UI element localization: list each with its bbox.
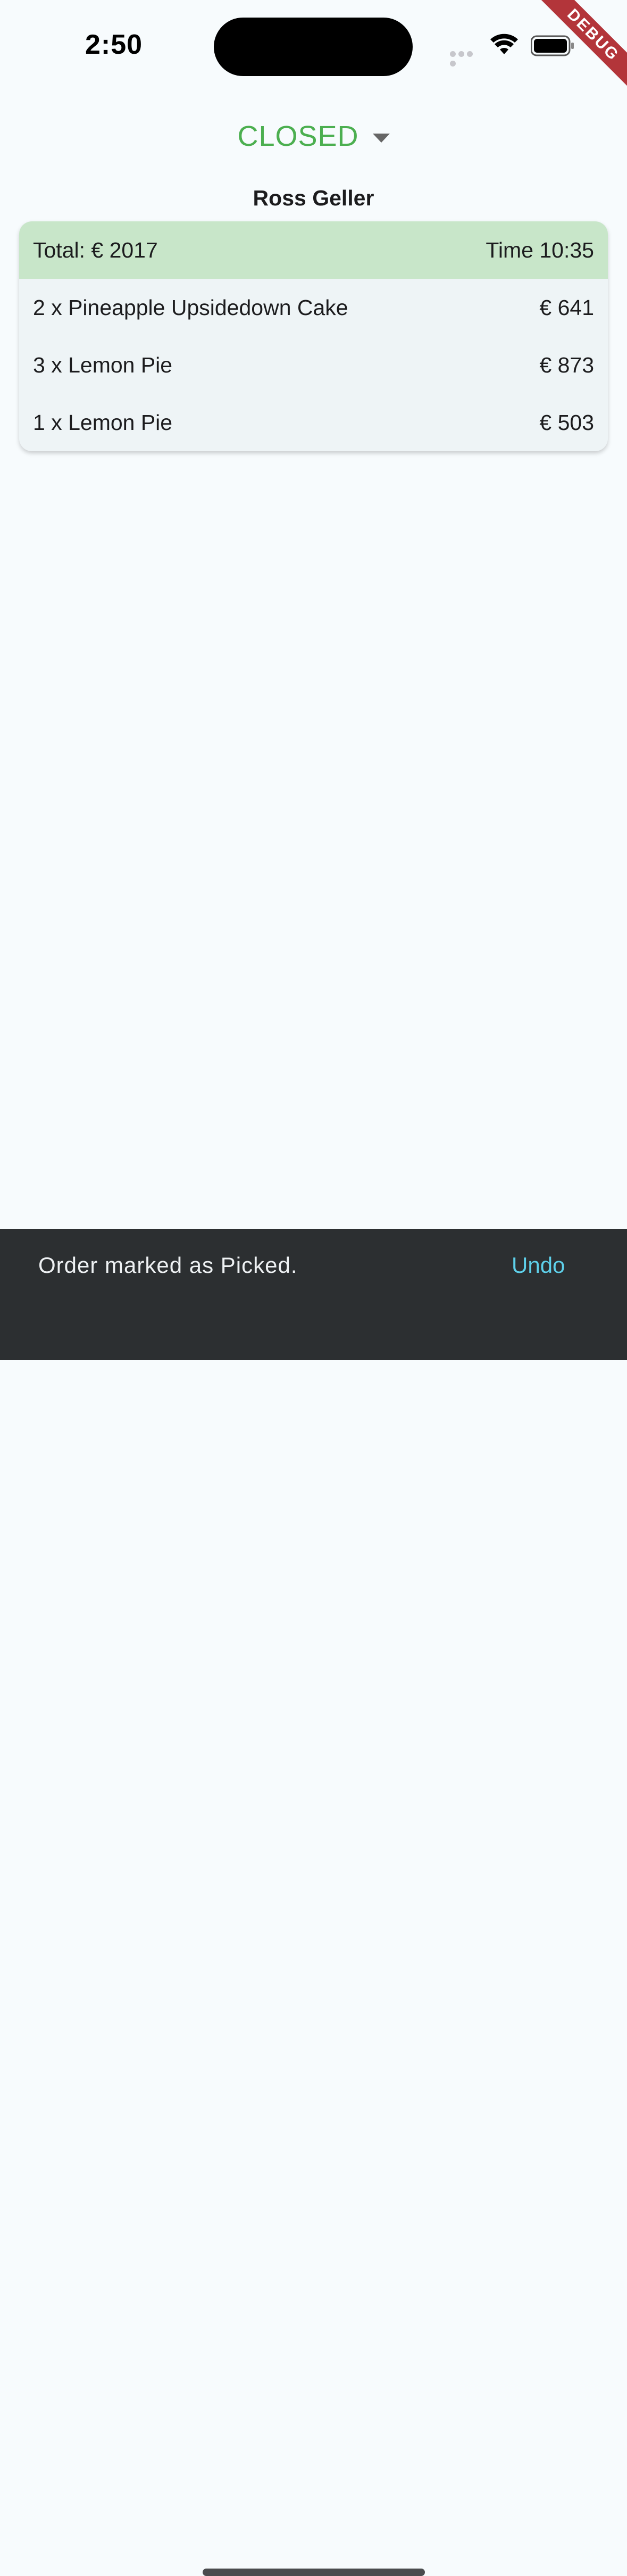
order-item-price: € 641 — [539, 295, 594, 320]
order-card-header: Total: € 2017 Time 10:35 — [19, 221, 608, 279]
order-item-description: 2 x Pineapple Upsidedown Cake — [33, 295, 348, 320]
snackbar: Order marked as Picked. Undo — [0, 1229, 627, 2576]
undo-button[interactable]: Undo — [512, 1253, 565, 1278]
debug-banner: DEBUG — [531, 0, 627, 96]
order-item-description: 3 x Lemon Pie — [33, 352, 173, 377]
order-status-value: CLOSED — [237, 120, 359, 152]
order-item: 3 x Lemon Pie € 873 — [19, 336, 608, 394]
order-item: 2 x Pineapple Upsidedown Cake € 641 — [19, 279, 608, 336]
order-item: 1 x Lemon Pie € 503 — [19, 394, 608, 451]
order-item-price: € 503 — [539, 410, 594, 435]
chevron-down-icon — [372, 133, 390, 143]
customer-name: Ross Geller — [253, 186, 374, 210]
debug-banner-label: DEBUG — [536, 0, 627, 93]
cellular-signal-icon — [450, 50, 482, 67]
wifi-icon — [490, 34, 518, 54]
order-total: Total: € 2017 — [33, 237, 158, 262]
order-status-dropdown[interactable]: CLOSED — [0, 120, 627, 157]
home-indicator[interactable] — [203, 2569, 425, 2576]
order-card: Total: € 2017 Time 10:35 2 x Pineapple U… — [19, 221, 608, 451]
status-time: 2:50 — [85, 29, 143, 60]
order-item-price: € 873 — [539, 352, 594, 377]
order-time: Time 10:35 — [486, 237, 594, 262]
snackbar-message: Order marked as Picked. — [38, 1253, 298, 1278]
dynamic-island — [214, 18, 413, 76]
order-item-description: 1 x Lemon Pie — [33, 410, 173, 435]
